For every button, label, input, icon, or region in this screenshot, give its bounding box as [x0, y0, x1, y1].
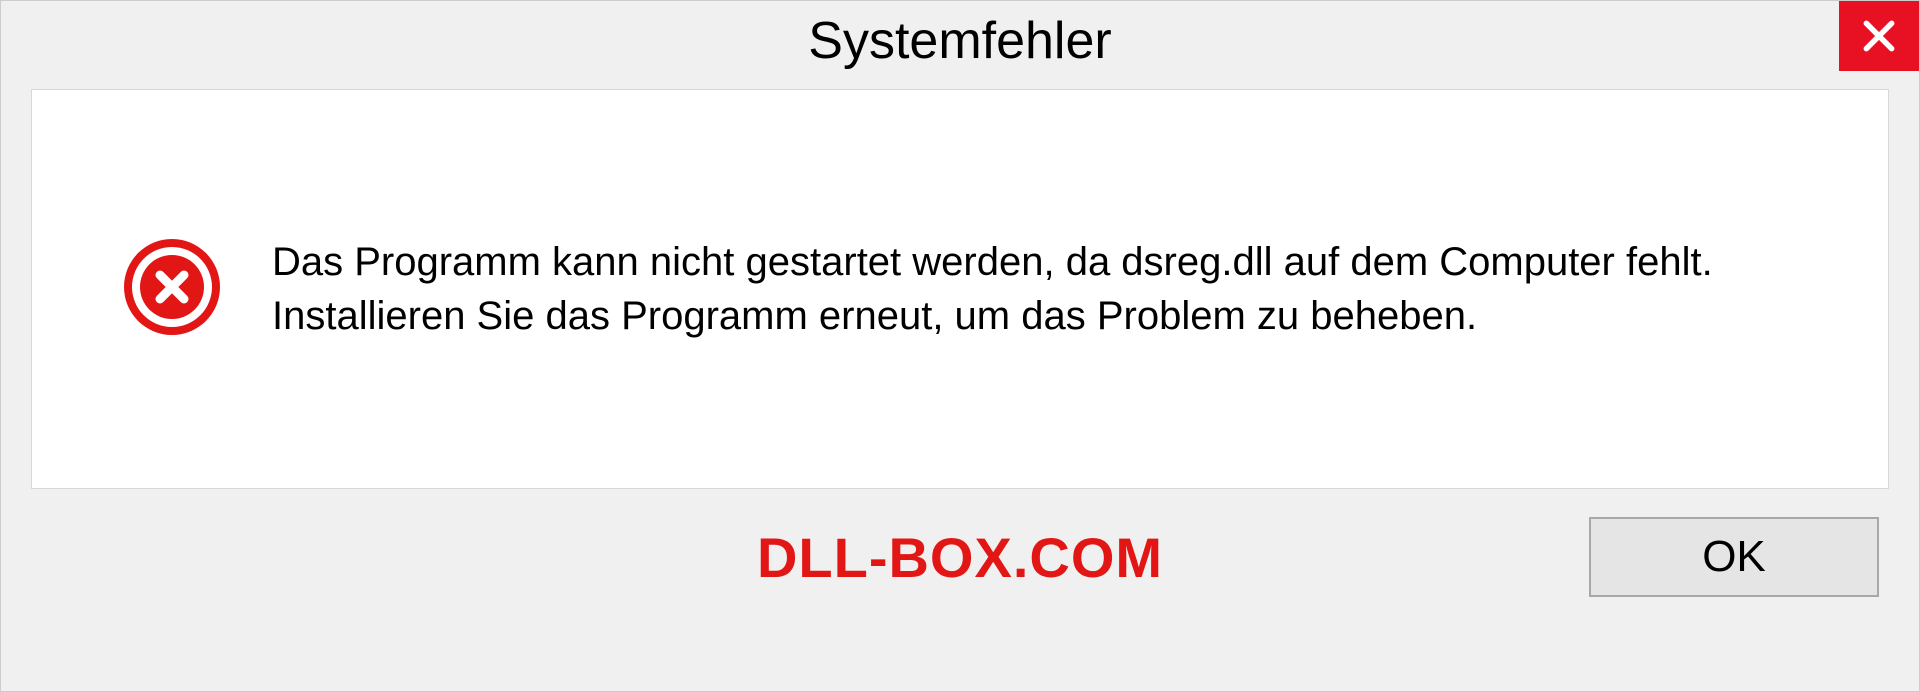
watermark-text: DLL-BOX.COM [757, 525, 1163, 590]
dialog-footer: DLL-BOX.COM OK [1, 489, 1919, 597]
title-bar: Systemfehler [1, 1, 1919, 81]
error-icon [122, 237, 222, 342]
dialog-title: Systemfehler [808, 11, 1111, 71]
ok-button[interactable]: OK [1589, 517, 1879, 597]
error-dialog: Systemfehler Das Programm kann nicht ges… [0, 0, 1920, 692]
close-button[interactable] [1839, 1, 1919, 71]
close-icon [1860, 17, 1898, 55]
error-message: Das Programm kann nicht gestartet werden… [272, 235, 1838, 343]
message-panel: Das Programm kann nicht gestartet werden… [31, 89, 1889, 489]
